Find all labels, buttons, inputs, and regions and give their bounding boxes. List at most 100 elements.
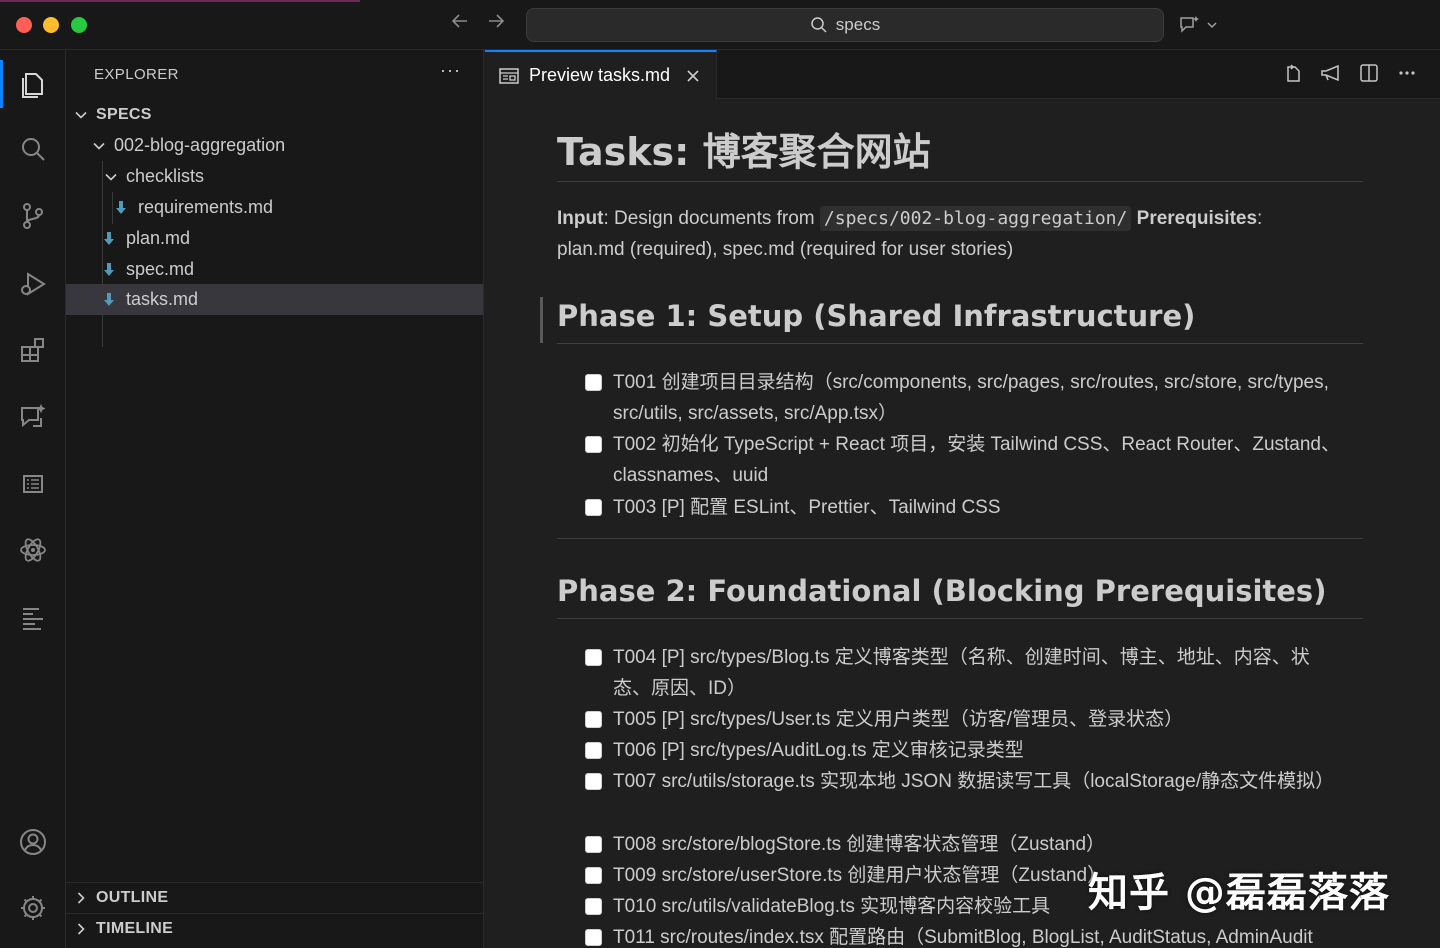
close-icon[interactable]: [686, 69, 700, 83]
tree-item-label: checklists: [126, 166, 205, 186]
timeline-label: TIMELINE: [96, 920, 174, 937]
task-checkbox[interactable]: [585, 898, 602, 915]
markdown-preview: Tasks: 博客聚合网站 Input: Design documents fr…: [485, 99, 1440, 948]
tree-file-plan-md[interactable]: plan.md: [66, 223, 483, 254]
preview-icon: [499, 67, 519, 84]
title-divider: [557, 181, 1363, 182]
task-item-t005: T005 [P] src/types/User.ts 定义用户类型（访客/管理员…: [585, 704, 1345, 735]
task-checkbox[interactable]: [585, 742, 602, 759]
tree-item-label: tasks.md: [126, 289, 199, 309]
settings-gear-icon[interactable]: [0, 880, 66, 936]
outline-list-icon[interactable]: [0, 456, 66, 512]
prerequisites-colon: :: [1257, 208, 1263, 229]
section-focus-marker: [540, 297, 543, 343]
tree-item-label: 002-blog-aggregation: [114, 135, 286, 155]
task-checkbox[interactable]: [585, 773, 602, 790]
command-center-text: specs: [835, 15, 881, 34]
task-checkbox[interactable]: [585, 929, 602, 946]
more-actions-icon[interactable]: [1396, 62, 1418, 84]
tree-file-spec-md[interactable]: spec.md: [66, 254, 483, 285]
chevron-right-icon: [77, 923, 85, 935]
minimize-window-button[interactable]: [43, 17, 59, 33]
activity-bar: [0, 50, 66, 948]
task-checkbox[interactable]: [585, 374, 602, 391]
explorer-icon[interactable]: [0, 56, 66, 112]
close-window-button[interactable]: [16, 17, 32, 33]
tree-item-label: spec.md: [126, 259, 195, 279]
task-text: T006 [P] src/types/AuditLog.ts 定义审核记录类型: [613, 740, 1024, 761]
megaphone-icon[interactable]: [1320, 62, 1342, 84]
task-text: T003 [P] 配置 ESLint、Prettier、Tailwind CSS: [613, 497, 1001, 518]
specs-root-folder[interactable]: SPECS: [66, 99, 483, 130]
task-text: T001 创建项目目录结构（src/components, src/pages,…: [613, 372, 1329, 424]
phase1-heading: Phase 1: Setup (Shared Infrastructure): [557, 299, 1196, 333]
maximize-window-button[interactable]: [71, 17, 87, 33]
chevron-down-icon: [75, 111, 87, 119]
tree-folder-002-blog-aggregation[interactable]: 002-blog-aggregation: [66, 130, 483, 161]
chat-sparkle-icon: [1180, 16, 1199, 33]
tab-label: Preview tasks.md: [529, 65, 671, 85]
forward-arrow-icon[interactable]: [482, 10, 510, 38]
phase1-divider: [557, 343, 1363, 344]
extensions-icon[interactable]: [0, 322, 66, 378]
open-source-icon[interactable]: [1282, 62, 1304, 84]
outline-section-header[interactable]: OUTLINE: [66, 882, 483, 913]
explorer-header: EXPLORER: [94, 66, 179, 83]
task-item-t007: T007 src/utils/storage.ts 实现本地 JSON 数据读写…: [585, 766, 1345, 797]
input-paragraph: Input: Design documents from /specs/002-…: [557, 203, 1363, 265]
task-item-t006: T006 [P] src/types/AuditLog.ts 定义审核记录类型: [585, 735, 1345, 766]
tasks-list-icon[interactable]: [0, 590, 66, 646]
chevron-right-icon: [77, 892, 85, 904]
phase-separator: [557, 538, 1363, 539]
tree-file-tasks-md[interactable]: tasks.md: [66, 284, 483, 315]
task-text: T005 [P] src/types/User.ts 定义用户类型（访客/管理员…: [613, 709, 1184, 730]
task-text: T008 src/store/blogStore.ts 创建博客状态管理（Zus…: [613, 834, 1106, 855]
tab-preview-tasks-md[interactable]: Preview tasks.md: [485, 50, 717, 99]
title-accent-line: [0, 0, 360, 2]
task-item-t001: T001 创建项目目录结构（src/components, src/pages,…: [585, 367, 1345, 429]
react-icon[interactable]: [0, 522, 66, 578]
task-item-t002: T002 初始化 TypeScript + React 项目，安装 Tailwi…: [585, 429, 1345, 491]
phase2-heading: Phase 2: Foundational (Blocking Prerequi…: [557, 574, 1327, 608]
timeline-section-header[interactable]: TIMELINE: [66, 913, 483, 944]
tree-item-label: plan.md: [126, 228, 191, 248]
task-item-t008: T008 src/store/blogStore.ts 创建博客状态管理（Zus…: [585, 829, 1345, 860]
search-icon[interactable]: [0, 122, 66, 178]
task-text: T004 [P] src/types/Blog.ts 定义博客类型（名称、创建时…: [613, 647, 1310, 699]
back-arrow-icon[interactable]: [446, 10, 474, 38]
prerequisites-label: Prerequisites: [1136, 208, 1258, 229]
search-icon: [811, 17, 827, 33]
source-control-icon[interactable]: [0, 188, 66, 244]
task-checkbox[interactable]: [585, 499, 602, 516]
explorer-more-actions-button[interactable]: ···: [440, 60, 461, 81]
task-checkbox[interactable]: [585, 836, 602, 853]
input-label: Input: [557, 208, 604, 229]
task-checkbox[interactable]: [585, 867, 602, 884]
run-debug-icon[interactable]: [0, 256, 66, 312]
tree-folder-checklists[interactable]: checklists: [66, 161, 483, 192]
editor-actions: [1282, 62, 1418, 84]
task-checkbox[interactable]: [585, 711, 602, 728]
task-item-t003: T003 [P] 配置 ESLint、Prettier、Tailwind CSS: [585, 492, 1345, 523]
chevron-down-icon: [93, 142, 105, 150]
specs-root-label: SPECS: [96, 105, 152, 123]
task-checkbox[interactable]: [585, 649, 602, 666]
task-item-t011: T011 src/routes/index.tsx 配置路由（SubmitBlo…: [585, 922, 1385, 948]
task-text: T011 src/routes/index.tsx 配置路由（SubmitBlo…: [613, 927, 1313, 948]
markdown-file-icon: [104, 292, 114, 306]
chevron-down-icon: [105, 173, 117, 181]
account-icon[interactable]: [0, 814, 66, 870]
chat-icon[interactable]: [0, 388, 66, 444]
title-bar: specs: [0, 0, 1440, 50]
chat-menu-button[interactable]: [1178, 12, 1226, 38]
task-item-t004: T004 [P] src/types/Blog.ts 定义博客类型（名称、创建时…: [585, 642, 1345, 704]
split-editor-icon[interactable]: [1358, 62, 1380, 84]
phase2-divider: [557, 618, 1363, 619]
zhihu-watermark: 知乎 @磊磊落落: [1088, 870, 1390, 916]
prerequisites-text: plan.md (required), spec.md (required fo…: [557, 239, 1014, 260]
task-checkbox[interactable]: [585, 436, 602, 453]
task-text: T002 初始化 TypeScript + React 项目，安装 Tailwi…: [613, 434, 1340, 486]
tree-file-requirements-md[interactable]: requirements.md: [66, 192, 483, 223]
command-center-search[interactable]: specs: [526, 8, 1164, 42]
input-text: : Design documents from: [603, 208, 820, 229]
